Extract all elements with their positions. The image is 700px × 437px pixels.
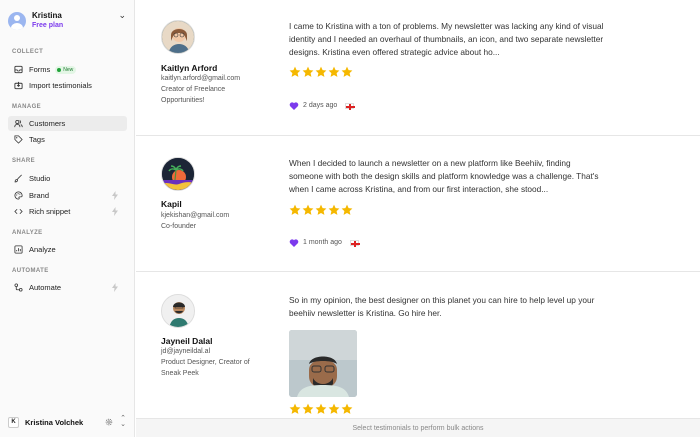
- star-rating: [289, 403, 353, 415]
- code-icon: [13, 207, 23, 217]
- star-icon: [302, 66, 314, 77]
- sidebar-item-analyze[interactable]: Analyze: [8, 242, 127, 257]
- star-icon: [289, 403, 301, 414]
- customer-name: Jayneil Dalal: [161, 336, 213, 346]
- sidebar-item-studio[interactable]: Studio: [8, 171, 127, 186]
- bulk-actions-bar: Select testimonials to perform bulk acti…: [136, 418, 700, 437]
- lightning-icon: [112, 207, 118, 216]
- inbox-icon: [13, 65, 23, 75]
- user-name: Kristina Volchek: [25, 417, 84, 427]
- star-rating: [289, 66, 353, 78]
- star-icon: [302, 403, 314, 414]
- import-icon: [13, 81, 23, 91]
- sidebar-item-customers[interactable]: Customers: [8, 116, 127, 131]
- sidebar-item-label: Studio: [29, 174, 51, 183]
- sidebar-item-label: Brand: [29, 191, 50, 200]
- users-icon: [13, 119, 23, 129]
- sidebar-item-import-testimonials[interactable]: Import testimonials: [8, 78, 127, 93]
- section-manage: MANAGE: [12, 104, 42, 110]
- star-icon: [328, 66, 340, 77]
- customer-title: Creator of Freelance Opportunities!: [161, 86, 226, 104]
- testimonial-date: 2 days ago: [303, 102, 338, 109]
- workspace-logo: K: [8, 416, 19, 428]
- bulk-actions-hint: Select testimonials to perform bulk acti…: [352, 424, 484, 432]
- star-icon: [341, 403, 353, 414]
- lightning-icon: [112, 191, 118, 200]
- testimonial-video-thumbnail[interactable]: [289, 330, 357, 397]
- account-plan: Free plan: [32, 22, 64, 29]
- gear-icon[interactable]: [105, 418, 113, 426]
- sidebar-item-label: Rich snippet: [29, 207, 71, 216]
- heart-icon[interactable]: [289, 238, 299, 248]
- testimonial-text: So in my opinion, the best designer on t…: [289, 295, 595, 318]
- sidebar-item-label: Tags: [29, 135, 45, 144]
- star-rating: [289, 204, 353, 216]
- customer-name: Kaitlyn Arford: [161, 63, 218, 73]
- sidebar: Kristina Free plan ⌄ COLLECT Forms New I…: [0, 0, 135, 437]
- customer-details: kjekishan@gmail.com Co-founder: [161, 210, 261, 232]
- section-analyze: ANALYZE: [12, 230, 43, 236]
- tag-icon: [13, 135, 23, 145]
- new-badge: New: [55, 65, 77, 74]
- lightning-icon: [112, 283, 118, 292]
- chevron-down-icon[interactable]: ⌄: [118, 10, 126, 21]
- testimonial-card[interactable]: Kaitlyn Arford kaitlyn.arford@gmail.com …: [136, 0, 700, 136]
- star-icon: [328, 403, 340, 414]
- sidebar-item-label: Import testimonials: [29, 81, 92, 90]
- sidebar-item-automate[interactable]: Automate: [8, 280, 127, 295]
- customer-email: jd@jayneildal.al: [161, 348, 211, 355]
- customer-name: Kapil: [161, 199, 182, 209]
- chevron-updown-icon[interactable]: ⌃ ⌄: [120, 415, 126, 428]
- avatar: [161, 157, 195, 191]
- star-icon: [289, 66, 301, 77]
- customer-email: kaitlyn.arford@gmail.com: [161, 75, 241, 82]
- sidebar-item-label: Analyze: [29, 245, 56, 254]
- automation-icon: [13, 283, 23, 293]
- star-icon: [289, 204, 301, 215]
- heart-icon[interactable]: [289, 101, 299, 111]
- testimonial-card[interactable]: Jayneil Dalal jd@jayneildal.al Product D…: [136, 273, 700, 418]
- account-name: Kristina: [32, 11, 62, 20]
- avatar: [161, 20, 195, 54]
- section-collect: COLLECT: [12, 49, 44, 55]
- customer-email: kjekishan@gmail.com: [161, 212, 230, 219]
- star-icon: [341, 204, 353, 215]
- section-share: SHARE: [12, 158, 36, 164]
- star-icon: [315, 403, 327, 414]
- star-icon: [315, 204, 327, 215]
- sidebar-item-label: Forms: [29, 65, 51, 74]
- testimonial-text: When I decided to launch a newsletter on…: [289, 158, 599, 194]
- testimonial-card[interactable]: Kapil kjekishan@gmail.com Co-founder Whe…: [136, 137, 700, 272]
- customer-title: Co-founder: [161, 223, 197, 230]
- account-avatar: [8, 12, 26, 30]
- customer-details: kaitlyn.arford@gmail.com Creator of Free…: [161, 73, 261, 106]
- testimonials-list: Kaitlyn Arford kaitlyn.arford@gmail.com …: [136, 0, 700, 437]
- customer-title: Product Designer, Creator of Sneak Peek: [161, 359, 250, 377]
- sidebar-item-tags[interactable]: Tags: [8, 132, 127, 147]
- account-switcher[interactable]: Kristina Free plan ⌄: [8, 6, 130, 36]
- palette-icon: [13, 191, 23, 201]
- chart-icon: [13, 245, 23, 255]
- testimonial-text: I came to Kristina with a ton of problem…: [289, 21, 604, 57]
- testimonial-meta: 1 month ago: [289, 237, 360, 248]
- star-icon: [341, 66, 353, 77]
- star-icon: [302, 204, 314, 215]
- user-menu[interactable]: K Kristina Volchek ⌃ ⌄: [8, 414, 130, 430]
- section-automate: AUTOMATE: [12, 268, 49, 274]
- avatar: [161, 294, 195, 328]
- sidebar-item-label: Automate: [29, 283, 62, 292]
- sidebar-item-forms[interactable]: Forms New: [8, 62, 127, 77]
- flag-icon: [345, 102, 356, 110]
- star-icon: [315, 66, 327, 77]
- sidebar-item-brand[interactable]: Brand: [8, 188, 127, 203]
- flag-icon: [349, 239, 360, 247]
- testimonial-date: 1 month ago: [303, 239, 342, 246]
- customer-details: jd@jayneildal.al Product Designer, Creat…: [161, 346, 261, 379]
- testimonial-meta: 2 days ago: [289, 100, 356, 111]
- sidebar-item-rich-snippet[interactable]: Rich snippet: [8, 204, 127, 219]
- brush-icon: [13, 174, 23, 184]
- sidebar-item-label: Customers: [29, 119, 66, 128]
- star-icon: [328, 204, 340, 215]
